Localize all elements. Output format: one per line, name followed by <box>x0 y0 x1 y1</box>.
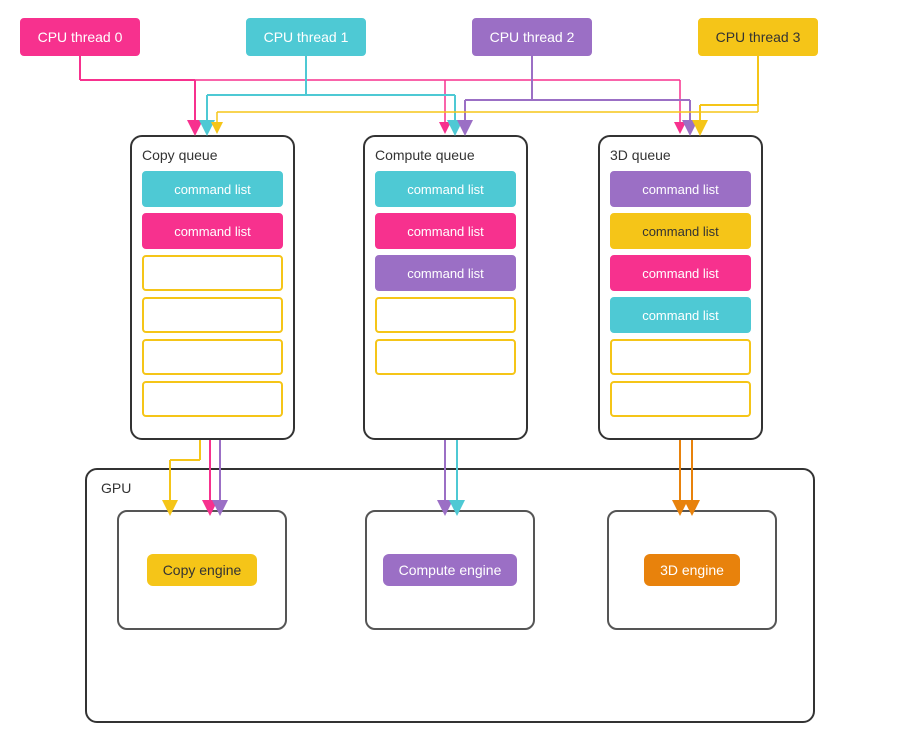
gpu-box: GPU Copy engine Compute engine 3D engine <box>85 468 815 723</box>
cmd-copy-1: command list <box>142 171 283 207</box>
diagram: CPU thread 0 CPU thread 1 CPU thread 2 C… <box>0 0 901 752</box>
cmd-compute-4 <box>375 297 516 333</box>
cmd-compute-3: command list <box>375 255 516 291</box>
copy-queue-title: Copy queue <box>142 147 283 163</box>
3d-engine-box: 3D engine <box>607 510 777 630</box>
cmd-3d-5 <box>610 339 751 375</box>
cmd-compute-5 <box>375 339 516 375</box>
cpu-thread-1: CPU thread 1 <box>246 18 366 56</box>
cmd-copy-5 <box>142 339 283 375</box>
copy-engine-label: Copy engine <box>147 554 258 586</box>
cmd-3d-4: command list <box>610 297 751 333</box>
compute-queue-title: Compute queue <box>375 147 516 163</box>
cmd-3d-3: command list <box>610 255 751 291</box>
gpu-label: GPU <box>101 480 131 496</box>
compute-engine-label: Compute engine <box>383 554 518 586</box>
cpu-thread-3: CPU thread 3 <box>698 18 818 56</box>
cpu-thread-2: CPU thread 2 <box>472 18 592 56</box>
cmd-copy-6 <box>142 381 283 417</box>
3d-queue-title: 3D queue <box>610 147 751 163</box>
compute-engine-box: Compute engine <box>365 510 535 630</box>
cmd-copy-3 <box>142 255 283 291</box>
cmd-3d-1: command list <box>610 171 751 207</box>
3d-queue: 3D queue command list command list comma… <box>598 135 763 440</box>
cmd-3d-6 <box>610 381 751 417</box>
cmd-copy-2: command list <box>142 213 283 249</box>
cmd-copy-4 <box>142 297 283 333</box>
3d-engine-label: 3D engine <box>644 554 740 586</box>
compute-queue: Compute queue command list command list … <box>363 135 528 440</box>
cmd-compute-1: command list <box>375 171 516 207</box>
copy-queue: Copy queue command list command list <box>130 135 295 440</box>
cpu-thread-0: CPU thread 0 <box>20 18 140 56</box>
cmd-3d-2: command list <box>610 213 751 249</box>
copy-engine-box: Copy engine <box>117 510 287 630</box>
cmd-compute-2: command list <box>375 213 516 249</box>
